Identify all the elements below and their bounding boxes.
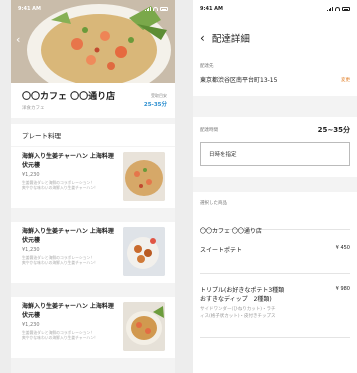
status-bar: 9:41 AM xyxy=(193,0,357,18)
status-bar: 9:41 AM xyxy=(11,0,175,18)
signal-icon xyxy=(145,7,151,11)
eta-box: 受取目安 25-35分 xyxy=(144,93,167,108)
order-item-name: スイートポテト xyxy=(200,247,243,254)
section-title: プレート料理 xyxy=(11,124,175,146)
delivery-time-value: 25~35分 xyxy=(317,126,350,134)
wifi-icon xyxy=(153,7,158,11)
store-info: 〇〇カフェ 〇〇通り店 洋食カフェ 受取目安 25-35分 xyxy=(11,83,175,118)
selected-items-label: 選択した商品 xyxy=(200,201,227,206)
item-thumbnail xyxy=(123,152,165,201)
delivery-details-screen: 9:41 AM ‹ 配達詳細 配達先 東京都渋谷区南平台町13-15 変更 配達… xyxy=(193,0,357,373)
delivery-time-label: 配達時間 xyxy=(200,128,218,133)
item-name: 海鮮入り生姜チャーハン 上海料理 伏元樓 xyxy=(22,228,114,244)
order-store-name: 〇〇カフェ 〇〇通り店 xyxy=(200,228,262,235)
battery-icon xyxy=(342,7,350,11)
order-item-row[interactable]: トリプル(お好きなポテト3種類 おすきなディップ 2種類) ¥ 980 サイドワ… xyxy=(200,274,350,338)
wifi-icon xyxy=(335,7,340,11)
change-address-link[interactable]: 変更 xyxy=(341,77,350,83)
store-name: 〇〇カフェ 〇〇通り店 xyxy=(22,92,116,102)
page-title: 配達詳細 xyxy=(211,34,250,45)
menu-item[interactable]: 海鮮入り生姜チャーハン 上海料理 伏元樓 ¥1,230 生姜醤油ダレと海鮮のコラ… xyxy=(11,297,175,358)
back-chevron-icon[interactable]: ‹ xyxy=(200,32,205,44)
eta-label: 受取目安 xyxy=(151,93,167,98)
item-thumbnail xyxy=(123,302,165,351)
page-header: ‹ 配達詳細 xyxy=(193,18,357,58)
item-desc: 生姜醤油ダレと海鮮のコラボレーション！ 爽やかな味わいの海鮮入り生姜チャーハン！ xyxy=(22,255,98,265)
selected-items-section: 選択した商品 〇〇カフェ 〇〇通り店 スイートポテト ¥ 450 トリプル(お好… xyxy=(193,192,357,373)
store-hero-image: 9:41 AM ‹ xyxy=(11,0,175,83)
order-item-price: ¥ 450 xyxy=(335,245,350,251)
order-item-options: サイドワンダー(ひねりカット)・ラチ ィス(格子状カット)・皮付きチップス xyxy=(200,307,276,319)
store-category: 洋食カフェ xyxy=(22,106,45,111)
item-name: 海鮮入り生姜チャーハン 上海料理 伏元樓 xyxy=(22,153,114,169)
item-desc: 生姜醤油ダレと海鮮のコラボレーション！ 爽やかな味わいの海鮮入り生姜チャーハン！ xyxy=(22,330,98,340)
address-value: 東京都渋谷区南平台町13-15 xyxy=(200,77,278,84)
status-time: 9:41 AM xyxy=(18,6,42,12)
item-desc: 生姜醤油ダレと海鮮のコラボレーション！ 爽やかな味わいの海鮮入り生姜チャーハン！ xyxy=(22,180,98,190)
signal-icon xyxy=(327,7,333,11)
order-item-name: トリプル(お好きなポテト3種類 おすきなディップ 2種類) xyxy=(200,287,285,303)
address-section: 配達先 東京都渋谷区南平台町13-15 変更 xyxy=(193,58,357,96)
order-store-row: 〇〇カフェ 〇〇通り店 xyxy=(200,210,350,235)
back-chevron-icon[interactable]: ‹ xyxy=(16,34,20,45)
item-thumbnail xyxy=(123,227,165,276)
order-item-price: ¥ 980 xyxy=(335,286,350,292)
schedule-date-button[interactable]: 日時を指定 xyxy=(200,142,350,166)
store-menu-screen: 9:41 AM ‹ 〇〇カフェ 〇〇通り店 洋食カフェ 受取目安 25-35分 … xyxy=(11,0,175,373)
menu-item[interactable]: 海鮮入り生姜チャーハン 上海料理 伏元樓 ¥1,230 生姜醤油ダレと海鮮のコラ… xyxy=(11,147,175,208)
menu-item[interactable]: 海鮮入り生姜チャーハン 上海料理 伏元樓 ¥1,230 生姜醤油ダレと海鮮のコラ… xyxy=(11,222,175,283)
address-label: 配達先 xyxy=(200,64,214,69)
battery-icon xyxy=(160,7,168,11)
status-time: 9:41 AM xyxy=(200,6,224,12)
delivery-time-section: 配達時間 25~35分 日時を指定 xyxy=(193,117,357,177)
eta-value: 25-35分 xyxy=(143,102,167,108)
item-name: 海鮮入り生姜チャーハン 上海料理 伏元樓 xyxy=(22,303,114,319)
